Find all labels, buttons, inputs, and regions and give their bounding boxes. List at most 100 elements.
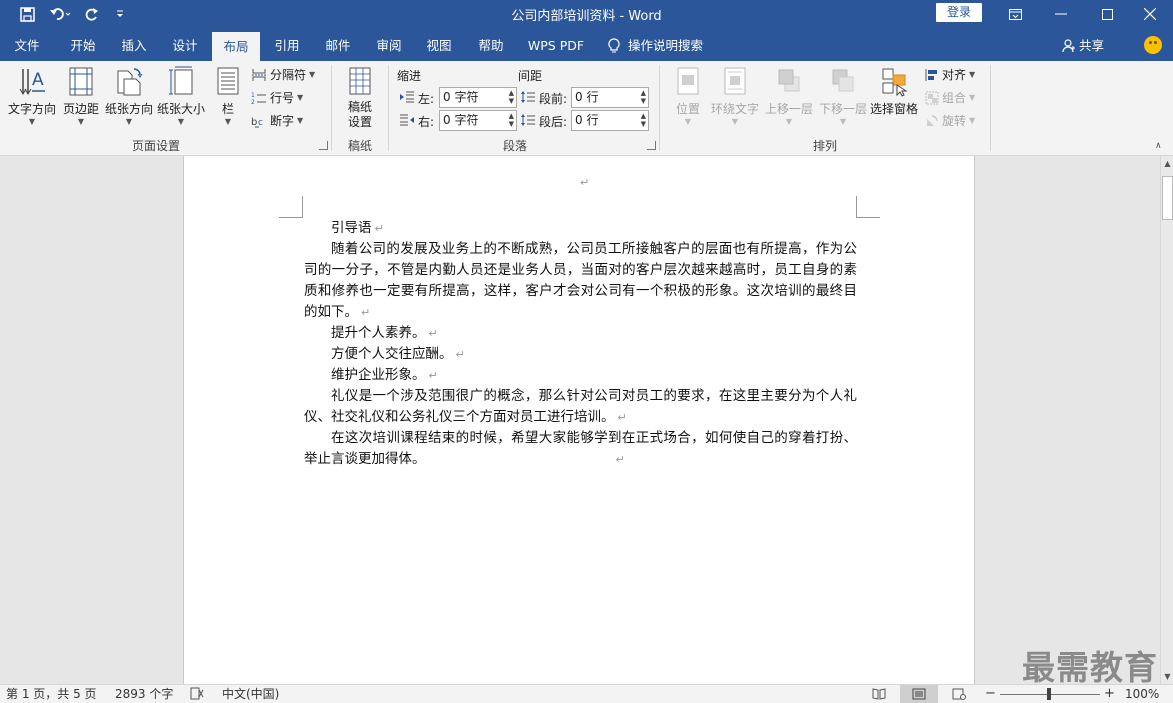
ribbon-display-options-icon[interactable] [992,0,1038,28]
share-label: 共享 [1079,38,1105,53]
tab-help[interactable]: 帮助 [466,32,516,61]
tab-mailings[interactable]: 邮件 [313,32,363,61]
zoom-out-button[interactable]: − [985,686,996,701]
tab-layout[interactable]: 布局 [212,32,260,61]
paragraph-text: 提升个人素养。 [331,325,426,341]
bring-forward-button[interactable]: 上移一层 ▼ [762,65,816,127]
paragraph-mark: ↵ [428,327,438,340]
paragraph-text: 在这次培训课程结束的时候，希望大家能够学到在正式场合，如何使自己的穿着打扮、举止… [304,430,857,467]
feedback-smiley-icon[interactable] [1144,36,1162,54]
text-direction-label: 文字方向 [7,102,56,116]
line-numbers-label: 行号 [270,91,295,105]
maximize-icon[interactable] [1084,0,1130,28]
zoom-level[interactable]: 100% [1125,687,1159,702]
spinner-arrows-icon[interactable]: ▲ ▼ [641,89,646,105]
document-area: ↵ 引导语 ↵ 随着公司的发展及业务上的不断成熟，公司员工所接触客户的层面也有所提… [0,156,1160,684]
indent-right-input[interactable]: 0 字符 ▲ ▼ [439,110,517,131]
word-count-status[interactable]: 2893 个字 [115,687,173,702]
size-button[interactable]: 纸张大小 ▼ [155,65,207,127]
proofing-icon[interactable] [190,687,204,703]
zoom-in-button[interactable]: + [1104,686,1115,701]
paragraph-text: 礼仪是一个涉及范围很广的概念，那么针对公司对员工的要求，在这里主要分为个人礼仪、… [304,388,857,425]
paragraph-text: 随着公司的发展及业务上的不断成熟，公司员工所接触客户的层面也有所提高，作为公司的… [304,241,857,320]
text-direction-button[interactable]: A 文字方向 ▼ [6,65,58,127]
orientation-button[interactable]: 纸张方向 ▼ [103,65,155,127]
margins-icon [69,67,93,96]
tab-review[interactable]: 审阅 [364,32,414,61]
chevron-down-icon: ▼ [684,117,692,126]
paragraph: 提升个人素养。 ↵ [304,323,857,344]
svg-text:b: b [251,117,257,128]
hyphenation-button[interactable]: bc 断字 ▼ [251,111,303,131]
tab-wps-pdf[interactable]: WPS PDF [521,32,591,61]
rotate-button[interactable]: 旋转 ▼ [925,111,975,131]
position-button[interactable]: 位置 ▼ [668,65,708,127]
tab-insert[interactable]: 插入 [109,32,159,61]
tab-home[interactable]: 开始 [58,32,108,61]
hyphenation-label: 断字 [270,114,295,128]
indent-left-icon [400,91,414,103]
chevron-down-icon: ▼ [969,70,976,79]
document-body[interactable]: 引导语 ↵ 随着公司的发展及业务上的不断成熟，公司员工所接触客户的层面也有所提高，… [304,218,857,470]
paper-size-icon [169,66,193,95]
send-backward-icon [832,69,854,92]
send-backward-button[interactable]: 下移一层 ▼ [816,65,870,127]
page-setup-dialog-launcher-icon[interactable] [319,141,328,150]
web-layout-icon[interactable] [940,685,978,703]
scroll-down-icon[interactable]: ▼ [1161,669,1173,684]
person-icon [1062,38,1075,52]
language-status[interactable]: 中文(中国) [222,687,279,702]
align-button[interactable]: 对齐 ▼ [925,65,975,85]
manuscript-settings-button[interactable]: 稿纸设置 [338,65,382,130]
indent-right-value: 0 字符 [443,113,479,127]
read-mode-icon[interactable] [860,685,898,703]
heading-text: 引导语 [331,220,372,236]
scrollbar-thumb[interactable] [1162,176,1173,220]
spinner-arrows-icon[interactable]: ▲ ▼ [641,112,646,128]
align-label: 对齐 [942,68,967,82]
tab-file[interactable]: 文件 [2,32,52,61]
spinner-arrows-icon[interactable]: ▲ ▼ [509,112,514,128]
chevron-down-icon: ▼ [839,117,847,126]
print-layout-icon[interactable] [900,685,938,703]
space-after-input[interactable]: 0 行 ▲ ▼ [571,110,649,131]
group-button[interactable]: 组合 ▼ [925,88,975,108]
share-button[interactable]: 共享 [1062,32,1104,59]
group-separator [990,65,991,151]
close-icon[interactable] [1127,0,1173,28]
minimize-icon[interactable] [1038,0,1084,28]
paragraph: 方便个人交往应酬。 ↵ [304,344,857,365]
margins-button[interactable]: 页边距 ▼ [60,65,102,127]
group-separator [388,65,389,151]
chevron-down-icon: ▼ [28,117,36,126]
collapse-ribbon-icon[interactable]: ∧ [1155,141,1162,151]
breaks-button[interactable]: 分隔符 ▼ [251,65,315,85]
paragraph-dialog-launcher-icon[interactable] [647,141,656,150]
zoom-slider-thumb[interactable] [1047,688,1051,700]
scroll-up-icon[interactable]: ▲ [1161,156,1173,171]
chevron-down-icon: ▼ [77,117,85,126]
line-numbers-button[interactable]: 12 行号 ▼ [251,88,303,108]
document-page[interactable]: ↵ 引导语 ↵ 随着公司的发展及业务上的不断成熟，公司员工所接触客户的层面也有所提… [183,156,975,684]
hyphenation-icon: bc [251,117,263,128]
columns-button[interactable]: 栏 ▼ [212,65,244,127]
wrap-text-button[interactable]: 环绕文字 ▼ [708,65,762,127]
spinner-arrows-icon[interactable]: ▲ ▼ [509,89,514,105]
selection-pane-button[interactable]: 选择窗格 [868,65,920,117]
tab-design[interactable]: 设计 [160,32,210,61]
chevron-down-icon: ▼ [731,117,739,126]
rotate-label: 旋转 [942,114,967,128]
space-before-input[interactable]: 0 行 ▲ ▼ [571,87,649,108]
vertical-scrollbar[interactable]: ▲ ▼ [1160,156,1173,684]
tell-me-search[interactable]: 操作说明搜索 [608,32,703,59]
breaks-label: 分隔符 [270,68,307,82]
page-count-status[interactable]: 第 1 页，共 5 页 [6,687,97,702]
login-button[interactable]: 登录 [936,3,982,22]
tab-view[interactable]: 视图 [414,32,464,61]
indent-left-input[interactable]: 0 字符 ▲ ▼ [439,87,517,108]
tab-references[interactable]: 引用 [262,32,312,61]
chevron-down-icon: ▼ [177,117,185,126]
selection-pane-icon [882,68,908,97]
tell-me-label: 操作说明搜索 [628,38,704,53]
position-label: 位置 [675,102,700,116]
